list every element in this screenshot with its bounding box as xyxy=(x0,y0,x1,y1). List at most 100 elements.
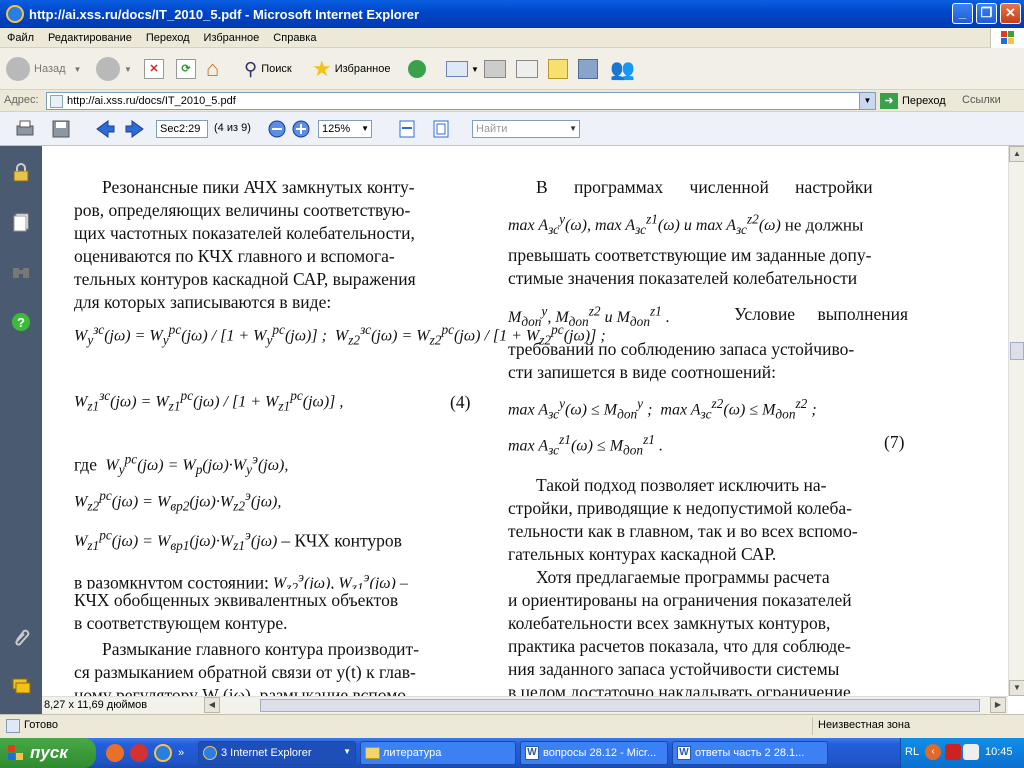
discuss-button[interactable] xyxy=(548,54,568,84)
right-arrow-icon xyxy=(125,120,144,138)
pdf-document-page: Резонансные пики АЧХ замкнутых конту- ро… xyxy=(42,146,1008,696)
zoom-out-button[interactable] xyxy=(266,118,288,140)
right-column-paragraph-3: Хотя предлагаемые программы расчета и ор… xyxy=(508,567,852,696)
binoculars-icon[interactable] xyxy=(11,262,31,282)
attachment-icon[interactable] xyxy=(11,626,31,646)
vertical-scroll-thumb[interactable] xyxy=(1010,342,1024,360)
scroll-up-button[interactable]: ▲ xyxy=(1009,146,1024,162)
menu-favorites[interactable]: Избранное xyxy=(197,32,267,44)
fit-width-icon xyxy=(399,120,415,138)
address-bar: Адрес: http://ai.xss.ru/docs/IT_2010_5.p… xyxy=(0,90,1024,112)
equation-m-list: Mдопy, Mдопz2 и Mдопz1 . xyxy=(508,304,670,330)
left-arrow-icon xyxy=(96,120,115,138)
task-word-voprosy[interactable]: W вопросы 28.12 - Micr... xyxy=(520,741,668,765)
equation-where-3: Wz1рс(jω) = Wвр1(jω)·Wz1э(jω) xyxy=(74,528,282,554)
fit-width-button[interactable] xyxy=(396,118,418,140)
quicklaunch-more-icon[interactable]: » xyxy=(178,747,184,759)
menu-go[interactable]: Переход xyxy=(139,32,197,44)
prev-page-button[interactable] xyxy=(94,118,116,140)
home-button[interactable]: ⌂ xyxy=(206,54,219,84)
equation-where-2: Wz2рс(jω) = Wвр2(jω)·Wz2э(jω), xyxy=(74,488,282,514)
lock-icon[interactable] xyxy=(11,162,31,182)
fit-page-button[interactable] xyxy=(430,118,452,140)
refresh-button[interactable]: ⟳ xyxy=(176,54,196,84)
favorites-button[interactable]: ★ Избранное xyxy=(312,54,390,84)
pdf-save-button[interactable] xyxy=(50,118,72,140)
next-page-button[interactable] xyxy=(124,118,146,140)
task-word-otvety[interactable]: W ответы часть 2 28.1... xyxy=(672,741,828,765)
stop-button[interactable]: ✕ xyxy=(144,54,164,84)
pdf-print-button[interactable] xyxy=(14,118,36,140)
research-button[interactable] xyxy=(578,54,598,84)
edit-icon xyxy=(516,60,538,78)
page-size-label: 8,27 x 11,69 дюймов xyxy=(44,699,148,711)
equation-where-3-line: Wz1рс(jω) = Wвр1(jω)·Wz1э(jω) – КЧХ конт… xyxy=(74,528,402,554)
firefox-icon[interactable] xyxy=(106,744,124,762)
zoom-select[interactable]: 125% ▼ xyxy=(318,120,372,138)
where-line: где Wyрс(jω) = Wр(jω)·Wyэ(jω), xyxy=(74,452,289,478)
search-button[interactable]: ⚲ Поиск xyxy=(244,54,292,84)
vertical-scrollbar[interactable]: ▲ ▼ xyxy=(1008,146,1024,696)
menu-help[interactable]: Справка xyxy=(266,32,323,44)
back-arrow-icon xyxy=(6,57,30,81)
stop-icon: ✕ xyxy=(144,59,164,79)
scroll-right-button[interactable]: ▶ xyxy=(990,697,1006,713)
history-button[interactable] xyxy=(406,54,428,84)
close-button[interactable]: ✕ xyxy=(1000,3,1021,24)
messenger-button[interactable]: 👥 xyxy=(610,54,635,84)
ie-quicklaunch-icon[interactable] xyxy=(154,744,172,762)
equation-inline-kchx: Wz2э(jω), Wz1э(jω) – xyxy=(268,570,408,589)
links-label[interactable]: Ссылки xyxy=(962,94,1001,106)
printer-icon xyxy=(16,120,34,136)
fit-page-icon xyxy=(433,120,449,138)
opera-icon[interactable] xyxy=(130,744,148,762)
page-number-field[interactable]: Sec2:29 xyxy=(156,120,208,138)
pages-icon[interactable] xyxy=(11,212,31,232)
language-indicator[interactable]: RL xyxy=(905,746,919,758)
address-dropdown-button[interactable]: ▼ xyxy=(859,93,875,109)
ie-logo-icon xyxy=(6,5,24,23)
task-folder-literatura[interactable]: литература xyxy=(360,741,516,765)
equation-7-label: (7) xyxy=(884,432,905,452)
forward-button[interactable]: ▼ xyxy=(96,54,132,84)
start-button[interactable]: пуск xyxy=(0,738,96,768)
go-button[interactable]: ➜ Переход xyxy=(880,92,946,110)
tray-collapse-icon[interactable]: ‹ xyxy=(925,744,941,760)
scroll-left-button[interactable]: ◀ xyxy=(204,697,220,713)
task-internet-explorer[interactable]: 3 Internet Explorer ▼ xyxy=(198,741,356,765)
back-button[interactable]: Назад ▼ xyxy=(6,54,81,84)
ie-task-icon xyxy=(203,746,217,760)
zoom-in-button[interactable] xyxy=(290,118,312,140)
history-icon xyxy=(406,58,428,80)
find-input[interactable]: Найти ▼ xyxy=(472,120,580,138)
antivirus-icon[interactable] xyxy=(945,744,961,760)
menu-file[interactable]: Файл xyxy=(0,32,41,44)
equation-where-1: Wyрс(jω) = Wр(jω)·Wyэ(jω), xyxy=(101,452,289,478)
windows-flag-icon xyxy=(8,745,24,761)
page-status-icon xyxy=(6,719,20,733)
horizontal-scrollbar[interactable]: ◀ ▶ xyxy=(42,696,1008,714)
menu-edit[interactable]: Редактирование xyxy=(41,32,139,44)
scroll-down-button[interactable]: ▼ xyxy=(1009,680,1024,696)
maximize-button[interactable]: ❐ xyxy=(976,3,997,24)
status-text: Готово xyxy=(24,719,58,731)
right-eq-max-line: max Aзсy(ω), max Aзсz1(ω) и max Aзсz2(ω)… xyxy=(508,212,864,238)
go-arrow-icon: ➜ xyxy=(880,93,898,109)
edit-button[interactable] xyxy=(516,54,538,84)
zoom-in-icon xyxy=(292,120,310,138)
network-icon[interactable] xyxy=(963,744,979,760)
page-icon xyxy=(50,95,63,108)
print-button[interactable] xyxy=(484,54,506,84)
comments-icon[interactable] xyxy=(11,676,31,696)
left-column-paragraph-2: в разомкнутом состоянии; Wz2э(jω), Wz1э(… xyxy=(74,570,408,633)
minimize-button[interactable]: _ xyxy=(952,3,973,24)
address-input[interactable]: http://ai.xss.ru/docs/IT_2010_5.pdf ▼ xyxy=(46,92,876,110)
right-column-paragraph-1-first: В программах численной настройки xyxy=(536,177,873,197)
help-icon[interactable]: ? xyxy=(11,312,31,332)
address-label: Адрес: xyxy=(4,94,39,106)
word-doc-icon: W xyxy=(525,746,539,760)
mail-button[interactable]: ▼ xyxy=(446,54,479,84)
equation-7-line-2: max Aзсz1(ω) ≤ Mдопz1 . xyxy=(508,432,663,458)
horizontal-scroll-thumb[interactable] xyxy=(260,699,980,712)
pdf-toolbar: Sec2:29 (4 из 9) 125% ▼ Найти ▼ xyxy=(0,112,1024,146)
